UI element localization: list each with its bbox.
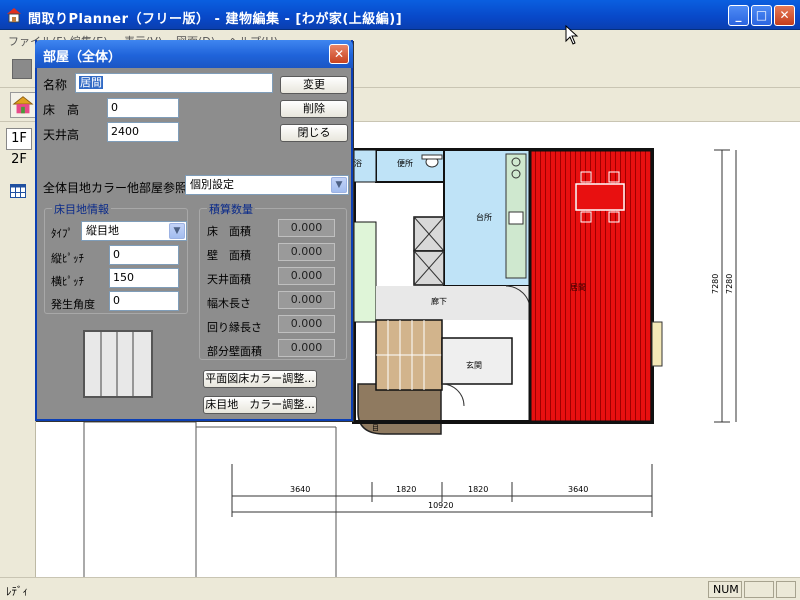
- app-icon: [7, 8, 21, 23]
- close-window-button[interactable]: ✕: [774, 5, 795, 26]
- room-hall: [376, 286, 530, 320]
- title-bar: 間取りPlanner（フリー版） - 建物編集 - [わが家(上級編)] _ □…: [0, 0, 800, 30]
- ceiling-height-field[interactable]: 2400: [107, 122, 179, 142]
- status-bar: ﾚﾃﾞｨ NUM: [0, 577, 800, 600]
- label-hall: 廊下: [431, 296, 447, 306]
- floor-tab-2f[interactable]: 2F: [6, 150, 32, 172]
- room-dialog: 部屋（全体） ✕ 名称 居間 床 高 0 天井高 2400 変更 削除 閉じる …: [35, 40, 353, 421]
- status-cell-empty2: [776, 581, 796, 598]
- close-button[interactable]: 閉じる: [280, 124, 348, 142]
- molding-length-label: 回り縁長さ: [207, 321, 262, 334]
- label-bath: 浴: [354, 158, 362, 168]
- dim-right-1: 7280: [711, 274, 720, 294]
- dim-seg-2: 1820: [396, 485, 416, 494]
- toolbar-tool-button[interactable]: [12, 59, 32, 79]
- molding-length-value: 0.000: [278, 315, 335, 333]
- hpitch-label: 横ﾋﾟｯﾁ: [51, 275, 84, 288]
- plan-floor-color-button[interactable]: 平面図床カラー調整...: [203, 370, 317, 388]
- floor-height-label: 床 高: [43, 103, 80, 117]
- status-text: ﾚﾃﾞｨ: [6, 585, 28, 598]
- joint-info-title: 床目地情報: [52, 201, 111, 217]
- label-living: 居間: [570, 283, 586, 292]
- vpitch-field[interactable]: 0: [109, 245, 179, 265]
- chevron-down-icon[interactable]: ▼: [169, 223, 185, 239]
- baseboard-length-value: 0.000: [278, 291, 335, 309]
- minimize-button[interactable]: _: [728, 5, 749, 26]
- dim-seg-1: 3640: [290, 485, 310, 494]
- baseboard-length-label: 幅木長さ: [207, 297, 251, 310]
- porch-area: [357, 383, 442, 435]
- dim-right-2: 7280: [725, 274, 734, 294]
- maximize-button[interactable]: □: [751, 5, 772, 26]
- grid-icon[interactable]: [10, 184, 26, 198]
- vertical-joint-pattern-icon: [100, 332, 134, 396]
- floor-area-value: 0.000: [278, 219, 335, 237]
- joint-preview: [83, 330, 153, 398]
- color-ref-select[interactable]: 個別設定 ▼: [185, 175, 349, 195]
- status-cell-empty1: [744, 581, 774, 598]
- hpitch-field[interactable]: 150: [109, 268, 179, 288]
- joint-type-select[interactable]: 縦目地 ▼: [81, 221, 187, 241]
- joint-color-button[interactable]: 床目地 カラー調整...: [203, 396, 317, 414]
- name-label: 名称: [43, 78, 68, 92]
- name-field[interactable]: 居間: [75, 73, 273, 93]
- color-ref-label: 全体目地カラー他部屋参照: [43, 181, 188, 195]
- label-entrance: 玄関: [466, 360, 482, 370]
- partial-wall-area-label: 部分壁面積: [207, 345, 262, 358]
- dim-total: 10920: [428, 501, 453, 510]
- svg-text:目: 目: [372, 424, 379, 432]
- quantity-title: 積算数量: [207, 201, 255, 217]
- joint-type-label: ﾀｲﾌﾟ: [51, 227, 73, 240]
- dialog-close-button[interactable]: ✕: [329, 44, 349, 64]
- main-window: 間取りPlanner（フリー版） - 建物編集 - [わが家(上級編)] _ □…: [0, 0, 800, 600]
- wall-area-label: 壁 面積: [207, 249, 251, 262]
- floor-height-field[interactable]: 0: [107, 98, 179, 118]
- ceiling-area-label: 天井面積: [207, 273, 251, 286]
- angle-label: 発生角度: [51, 298, 95, 311]
- dialog-title-bar[interactable]: 部屋（全体） ✕: [35, 40, 353, 68]
- delete-button[interactable]: 削除: [280, 100, 348, 118]
- ceiling-area-value: 0.000: [278, 267, 335, 285]
- angle-field[interactable]: 0: [109, 291, 179, 311]
- partial-wall-area-value: 0.000: [278, 339, 335, 357]
- change-button[interactable]: 変更: [280, 76, 348, 94]
- wall-area-value: 0.000: [278, 243, 335, 261]
- floor-area-label: 床 面積: [207, 225, 251, 238]
- window-title: 間取りPlanner（フリー版） - 建物編集 - [わが家(上級編)]: [28, 12, 403, 27]
- status-num: NUM: [708, 581, 742, 598]
- dim-seg-4: 3640: [568, 485, 588, 494]
- floor-panel: 1F 2F: [0, 122, 36, 577]
- label-toilet: 便所: [397, 158, 413, 168]
- floor-tab-1f[interactable]: 1F: [6, 128, 32, 150]
- dim-seg-3: 1820: [468, 485, 488, 494]
- mouse-cursor-icon: [565, 25, 579, 45]
- label-kitchen: 台所: [476, 212, 492, 222]
- chevron-down-icon[interactable]: ▼: [331, 177, 347, 193]
- house-icon[interactable]: [10, 92, 36, 118]
- ceiling-height-label: 天井高: [43, 128, 80, 142]
- vpitch-label: 縦ﾋﾟｯﾁ: [51, 252, 84, 265]
- dialog-title: 部屋（全体）: [43, 50, 122, 65]
